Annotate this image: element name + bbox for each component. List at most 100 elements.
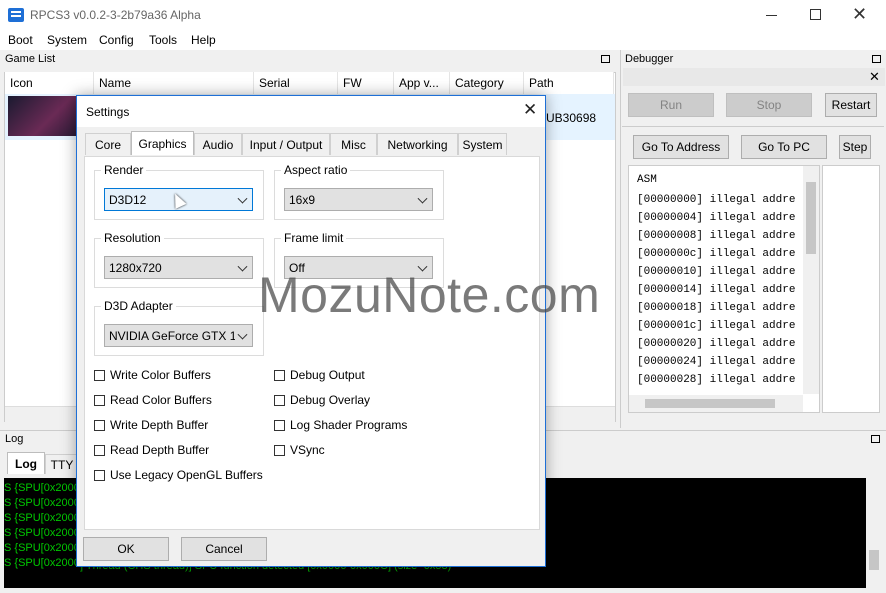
column-app-version[interactable]: App v...	[394, 72, 450, 94]
log-vscrollbar[interactable]	[866, 478, 882, 588]
checkbox-label: Log Shader Programs	[290, 418, 408, 432]
menu-config[interactable]: Config	[99, 33, 134, 47]
asm-line[interactable]: [00000000] illegal addre	[637, 194, 795, 206]
column-category[interactable]: Category	[450, 72, 524, 94]
checkbox-label: Debug Overlay	[290, 393, 371, 407]
close-icon[interactable]: ✕	[869, 69, 880, 85]
goto-address-button[interactable]: Go To Address	[633, 135, 729, 159]
menu-help[interactable]: Help	[191, 33, 216, 47]
checkbox-read-depth-buffer[interactable]: Read Depth Buffer	[94, 443, 209, 457]
render-value: D3D12	[109, 192, 147, 207]
column-serial[interactable]: Serial	[254, 72, 338, 94]
maximize-icon[interactable]	[810, 9, 821, 20]
asm-line[interactable]: [0000000c] illegal addre	[637, 248, 795, 260]
settings-title: Settings	[86, 105, 130, 119]
checkbox-label: Use Legacy OpenGL Buffers	[110, 468, 263, 482]
cancel-button[interactable]: Cancel	[181, 537, 267, 561]
log-line: S {SPU[0x2000	[4, 557, 80, 569]
column-path[interactable]: Path	[524, 72, 614, 94]
tab-audio[interactable]: Audio	[194, 133, 242, 155]
asm-line[interactable]: [00000008] illegal addre	[637, 230, 795, 242]
checkbox-log-shader-programs[interactable]: Log Shader Programs	[274, 418, 407, 432]
log-line: S {SPU[0x2000	[4, 512, 80, 524]
log-tab-log[interactable]: Log	[7, 452, 45, 474]
watermark: MozuNote.com	[258, 267, 601, 323]
asm-line[interactable]: [00000028] illegal addre	[637, 374, 795, 386]
checkbox-vsync[interactable]: VSync	[274, 443, 325, 457]
tab-graphics[interactable]: Graphics	[131, 131, 194, 155]
asm-vscrollbar[interactable]	[803, 166, 819, 394]
render-label: Render	[101, 163, 147, 177]
asm-line[interactable]: [00000024] illegal addre	[637, 356, 795, 368]
goto-pc-button[interactable]: Go To PC	[741, 135, 827, 159]
title-bar: RPCS3 v0.0.2-3-2b79a36 Alpha ✕	[0, 0, 886, 30]
debugger-separator	[622, 126, 884, 127]
resolution-value: 1280x720	[109, 260, 162, 275]
restart-button[interactable]: Restart	[825, 93, 877, 117]
checkbox-write-color-buffers[interactable]: Write Color Buffers	[94, 368, 211, 382]
dock-float-icon[interactable]	[601, 55, 610, 63]
resolution-label: Resolution	[101, 231, 164, 245]
minimize-icon[interactable]	[766, 15, 777, 16]
asm-line[interactable]: [0000001c] illegal addre	[637, 320, 795, 332]
d3d-adapter-select[interactable]: NVIDIA GeForce GTX 10	[104, 324, 253, 347]
aspect-ratio-label: Aspect ratio	[281, 163, 351, 177]
menu-tools[interactable]: Tools	[149, 33, 177, 47]
checkbox-debug-output[interactable]: Debug Output	[274, 368, 365, 382]
tab-system[interactable]: System	[458, 133, 507, 155]
column-fw[interactable]: FW	[338, 72, 394, 94]
settings-dialog: Settings ✕ Core Graphics Audio Input / O…	[76, 95, 546, 567]
asm-header: ASM	[637, 174, 657, 186]
asm-panel[interactable]: ASM [00000000] illegal addre [00000004] i…	[628, 165, 820, 413]
checkbox-read-color-buffers[interactable]: Read Color Buffers	[94, 393, 212, 407]
aspect-ratio-value: 16x9	[289, 192, 316, 207]
menu-system[interactable]: System	[47, 33, 87, 47]
debugger-close-bar	[623, 68, 885, 86]
menu-boot[interactable]: Boot	[8, 33, 33, 47]
settings-tabbar: Core Graphics Audio Input / Output Misc …	[84, 131, 540, 157]
tab-misc[interactable]: Misc	[330, 133, 377, 155]
dock-float-icon[interactable]	[872, 55, 881, 63]
checkbox-debug-overlay[interactable]: Debug Overlay	[274, 393, 370, 407]
frame-limit-label: Frame limit	[281, 231, 347, 245]
debugger-title: Debugger	[625, 53, 674, 65]
log-line: S {SPU[0x2000	[4, 542, 80, 554]
log-line: S {SPU[0x2000	[4, 527, 80, 539]
resolution-select[interactable]: 1280x720	[104, 256, 253, 279]
close-icon[interactable]: ✕	[523, 100, 537, 120]
asm-line[interactable]: [00000010] illegal addre	[637, 266, 795, 278]
asm-line[interactable]: [00000004] illegal addre	[637, 212, 795, 224]
window-title: RPCS3 v0.0.2-3-2b79a36 Alpha	[30, 8, 201, 22]
checkbox-write-depth-buffer[interactable]: Write Depth Buffer	[94, 418, 208, 432]
aspect-ratio-select[interactable]: 16x9	[284, 188, 433, 211]
log-line: S {SPU[0x2000	[4, 482, 80, 494]
close-icon[interactable]: ✕	[852, 4, 867, 25]
stop-button[interactable]: Stop	[726, 93, 812, 117]
d3d-adapter-value: NVIDIA GeForce GTX 10	[109, 328, 235, 343]
checkbox-label: Read Depth Buffer	[110, 443, 210, 457]
tab-networking[interactable]: Networking	[377, 133, 458, 155]
graphics-tab-panel: Render D3D12 Aspect ratio 16x9 Resolutio…	[84, 156, 540, 530]
asm-hscrollbar[interactable]	[629, 395, 803, 412]
checkbox-use-legacy-opengl-buffers[interactable]: Use Legacy OpenGL Buffers	[94, 468, 263, 482]
column-name[interactable]: Name	[94, 72, 254, 94]
app-icon	[8, 8, 24, 22]
game-icon	[8, 96, 76, 136]
dock-float-icon[interactable]	[871, 435, 880, 443]
checkbox-label: Debug Output	[290, 368, 365, 382]
asm-line[interactable]: [00000018] illegal addre	[637, 302, 795, 314]
log-tab-tty[interactable]: TTY	[45, 454, 79, 474]
asm-line[interactable]: [00000014] illegal addre	[637, 284, 795, 296]
tab-input-output[interactable]: Input / Output	[242, 133, 330, 155]
run-button[interactable]: Run	[628, 93, 714, 117]
register-panel	[822, 165, 880, 413]
settings-titlebar	[77, 96, 545, 127]
asm-line[interactable]: [00000020] illegal addre	[637, 338, 795, 350]
d3d-adapter-label: D3D Adapter	[101, 299, 176, 313]
game-path: UB30698	[546, 111, 597, 125]
game-list-title: Game List	[5, 53, 56, 65]
column-icon[interactable]: Icon	[5, 72, 94, 94]
tab-core[interactable]: Core	[85, 133, 131, 155]
ok-button[interactable]: OK	[83, 537, 169, 561]
step-button[interactable]: Step	[839, 135, 871, 159]
